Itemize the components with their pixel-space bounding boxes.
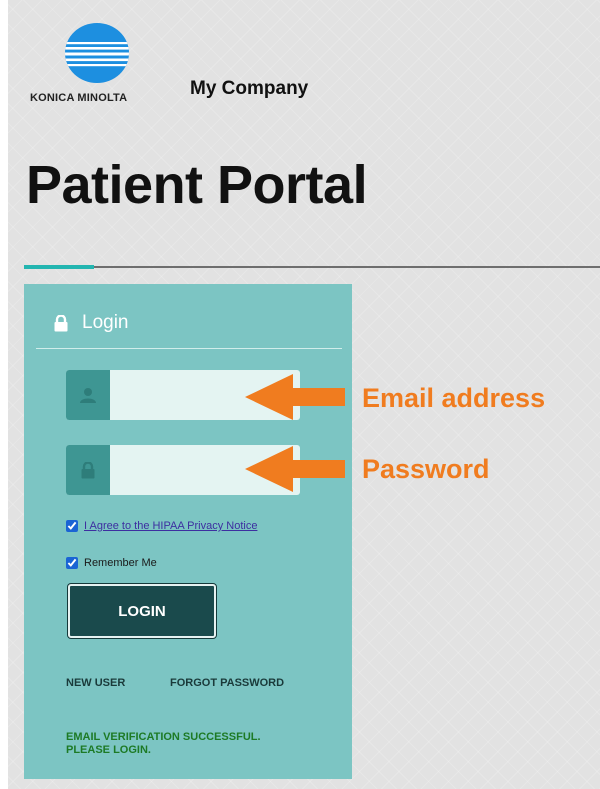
company-name: My Company bbox=[190, 78, 309, 99]
header-divider bbox=[24, 266, 600, 268]
status-message: EMAIL VERIFICATION SUCCESSFUL. PLEASE LO… bbox=[66, 731, 326, 757]
password-arrow-icon bbox=[245, 446, 345, 492]
hipaa-privacy-notice-link[interactable]: I Agree to the HIPAA Privacy Notice bbox=[84, 520, 257, 532]
login-panel: Login I Agree to the HIPAA Privacy Notic… bbox=[24, 284, 352, 779]
email-arrow-icon bbox=[245, 374, 345, 420]
forgot-password-link[interactable]: FORGOT PASSWORD bbox=[170, 677, 284, 689]
remember-me-checkbox[interactable] bbox=[66, 557, 78, 569]
page-title: Patient Portal bbox=[26, 155, 368, 215]
header-divider-accent bbox=[24, 265, 94, 269]
email-annotation: Email address bbox=[362, 383, 546, 413]
user-icon bbox=[80, 388, 96, 403]
status-message-line-1: EMAIL VERIFICATION SUCCESSFUL. bbox=[66, 731, 261, 743]
lock-icon bbox=[81, 461, 95, 478]
login-panel-header: Login bbox=[54, 312, 129, 334]
login-button[interactable]: LOGIN bbox=[68, 584, 216, 638]
konica-minolta-globe-icon bbox=[65, 23, 129, 83]
remember-me-label: Remember Me bbox=[84, 557, 157, 569]
remember-me-row[interactable]: Remember Me bbox=[66, 557, 157, 569]
login-panel-divider bbox=[36, 348, 342, 349]
logo-text: KONICA MINOLTA bbox=[30, 92, 128, 104]
login-panel-title: Login bbox=[82, 312, 129, 333]
new-user-link[interactable]: NEW USER bbox=[66, 677, 125, 689]
left-page-margin bbox=[0, 0, 8, 789]
password-annotation: Password bbox=[362, 454, 490, 484]
email-field-icon-box bbox=[66, 370, 110, 420]
hipaa-agree-checkbox[interactable] bbox=[66, 520, 78, 532]
password-field-icon-box bbox=[66, 445, 110, 495]
status-message-line-2: PLEASE LOGIN. bbox=[66, 744, 151, 756]
hipaa-agree-row[interactable]: I Agree to the HIPAA Privacy Notice bbox=[66, 520, 257, 532]
lock-icon bbox=[54, 314, 68, 331]
